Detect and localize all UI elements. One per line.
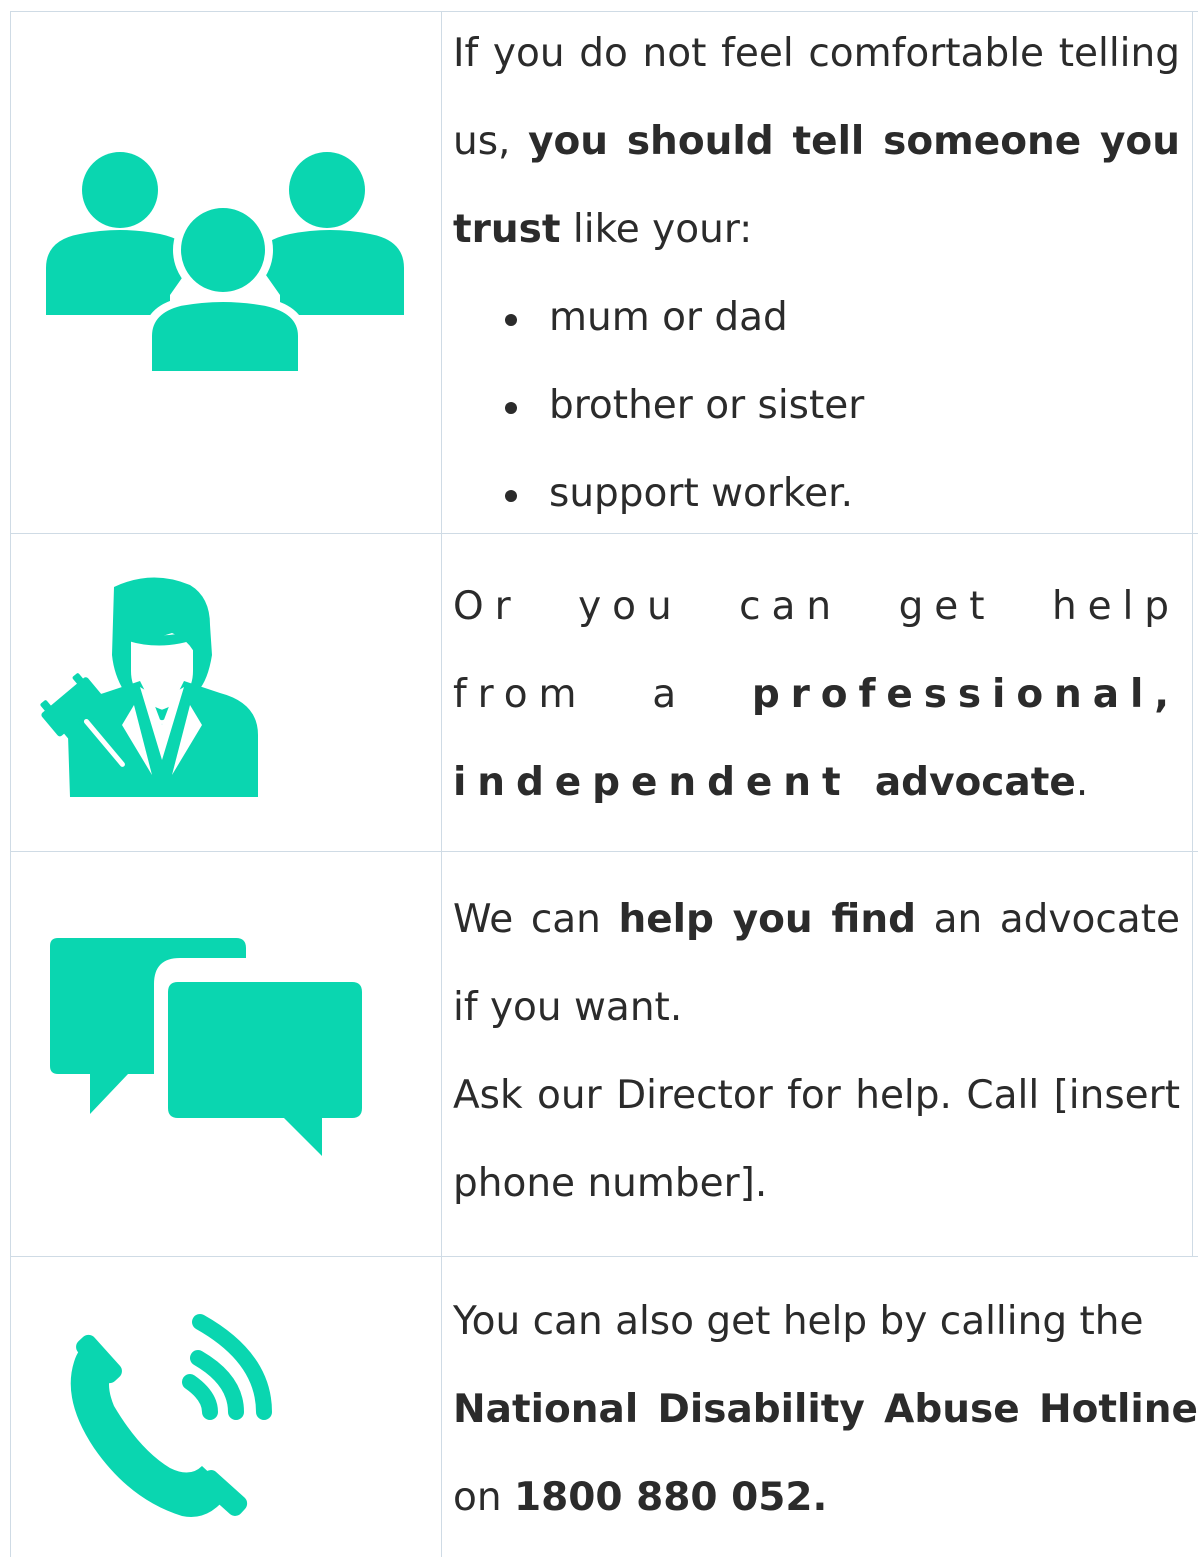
grid-line [441,11,442,1557]
grid-line [10,1256,1198,1257]
phone-call-icon [70,1314,272,1517]
list-item: support worker. [453,450,1180,538]
list-item: brother or sister [453,362,1180,450]
intro-text: We can [453,897,601,942]
list-item: mum or dad [453,274,1180,362]
speech-bubbles-icon [50,938,362,1156]
intro-text: You can also get help by calling the [453,1299,1144,1344]
grid-line [1192,11,1193,1256]
advocate-icon [40,577,258,797]
emphasis-text: you should tell someone you trust [453,119,1180,252]
tail-text: like your: [572,207,753,252]
emphasis-text: advocate [874,760,1076,805]
punctuation: . [1075,760,1089,805]
row-find-advocate-text: We can help you find an advocate if you … [453,876,1180,1228]
hotline-name: National Disability Abuse Hotline [453,1387,1198,1432]
grid-line [10,851,1198,852]
hotline-phone-number: 1800 880 052. [514,1475,828,1520]
trusted-people-list: mum or dad brother or sister support wor… [453,274,1180,538]
grid-line [10,11,11,1557]
contact-director-text: Ask our Director for help. Call [insert … [453,1073,1180,1206]
intro-text: on [453,1475,502,1520]
row-trust-text: If you do not feel comfortable telling u… [453,10,1180,538]
people-group-icon [46,152,404,379]
row-advocate-text: Or you can get help from a professional,… [453,563,1180,827]
emphasis-text: help you find [618,897,917,942]
row-hotline-text: You can also get help by calling the Nat… [453,1278,1198,1542]
